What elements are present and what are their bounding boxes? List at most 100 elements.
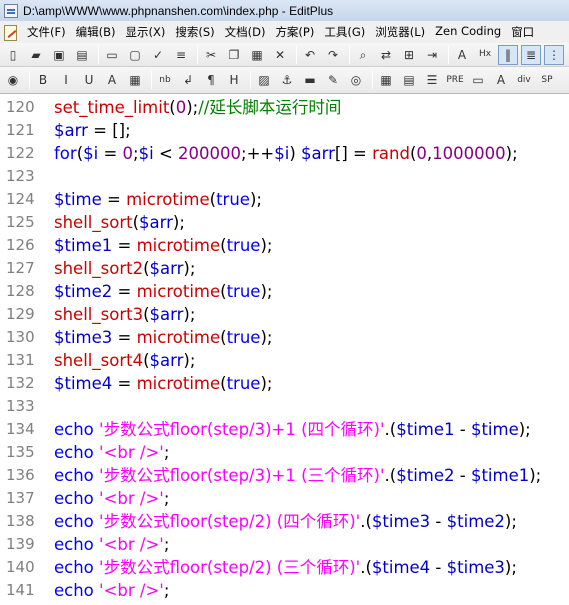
- color-palette-button[interactable]: ▦: [125, 70, 145, 90]
- link-button[interactable]: ▬: [300, 70, 320, 90]
- redo-button[interactable]: ↷: [323, 45, 343, 65]
- cut-button[interactable]: ✂: [201, 45, 221, 65]
- code-token: );: [260, 282, 273, 301]
- code-line[interactable]: 126 $time1 = microtime(true);: [0, 234, 569, 257]
- target-button[interactable]: ◎: [346, 70, 366, 90]
- undo-button[interactable]: ↶: [300, 45, 320, 65]
- list-button[interactable]: ☰: [422, 70, 442, 90]
- comment-button[interactable]: A: [491, 70, 511, 90]
- menu-item-9[interactable]: 窗口: [505, 24, 538, 40]
- print-button[interactable]: ▭: [102, 45, 122, 65]
- menu-item-0[interactable]: 文件(F): [21, 24, 70, 40]
- edit-button[interactable]: ✎: [323, 70, 343, 90]
- copy-button[interactable]: ❐: [224, 45, 244, 65]
- code-line[interactable]: 127 shell_sort2($arr);: [0, 257, 569, 280]
- code-token: );: [260, 328, 273, 347]
- image-button[interactable]: ▨: [254, 70, 274, 90]
- indent-button[interactable]: ⇥: [422, 45, 442, 65]
- browser-button[interactable]: ◉: [3, 70, 23, 90]
- code-line[interactable]: 130 $time3 = microtime(true);: [0, 326, 569, 349]
- code-token: 0: [122, 144, 134, 163]
- delete-button[interactable]: ✕: [270, 45, 290, 65]
- paste-button[interactable]: ▦: [247, 45, 267, 65]
- code-line[interactable]: 124 $time = microtime(true);: [0, 188, 569, 211]
- table-button[interactable]: ▦: [376, 70, 396, 90]
- print-preview-icon: ▢: [129, 47, 141, 62]
- save-all-button[interactable]: ▤: [72, 45, 92, 65]
- code-line[interactable]: 139 echo '<br />';: [0, 533, 569, 556]
- code-line[interactable]: 137 echo '<br />';: [0, 487, 569, 510]
- bold-button[interactable]: B: [33, 70, 53, 90]
- anchor-button[interactable]: ⚓: [277, 70, 297, 90]
- save-button[interactable]: ▣: [49, 45, 69, 65]
- code-token: $time: [470, 420, 519, 439]
- menu-item-6[interactable]: 工具(G): [318, 24, 369, 40]
- new-file-button[interactable]: ▯: [3, 45, 23, 65]
- code-line[interactable]: 136 echo '步数公式floor(step/3)+1 (三个循环)'.($t…: [0, 464, 569, 487]
- nbsp-button[interactable]: nb: [155, 70, 175, 90]
- code-line[interactable]: 128 $time2 = microtime(true);: [0, 280, 569, 303]
- form-button[interactable]: ▤: [399, 70, 419, 90]
- menu-item-8[interactable]: Zen Coding: [429, 24, 505, 40]
- code-token: =: [98, 144, 123, 163]
- code-line[interactable]: 123: [0, 165, 569, 188]
- ruler-button[interactable]: ≣: [521, 44, 541, 65]
- code-line[interactable]: 133: [0, 395, 569, 418]
- code-line[interactable]: 134 echo '步数公式floor(step/3)+1 (四个循环)'.($t…: [0, 418, 569, 441]
- find-button[interactable]: ⌕: [353, 45, 373, 65]
- code-line[interactable]: 138 echo '步数公式floor(step/2) (四个循环)'.($tim…: [0, 510, 569, 533]
- code-line[interactable]: 141 echo '<br />';: [0, 579, 569, 602]
- spell-check-button[interactable]: ✓: [148, 45, 168, 65]
- menu-item-1[interactable]: 编辑(B): [70, 24, 120, 40]
- code-token: shell_sort3: [54, 305, 144, 324]
- font-button[interactable]: A: [452, 45, 472, 65]
- code-line[interactable]: 131 shell_sort4($arr);: [0, 349, 569, 372]
- menu-item-3[interactable]: 搜索(S): [169, 24, 218, 40]
- menu-item-4[interactable]: 文档(D): [219, 24, 270, 40]
- code-token: =: [112, 374, 137, 393]
- code-line[interactable]: 120 set_time_limit(0);//延长脚本运行时间: [0, 96, 569, 119]
- heading-button[interactable]: H: [224, 70, 244, 90]
- line-number: 125: [6, 213, 35, 231]
- comment-icon: A: [496, 73, 506, 87]
- find-in-files-button[interactable]: ⊞: [399, 45, 419, 65]
- code-line[interactable]: 121 $arr = [];: [0, 119, 569, 142]
- code-token: set_time_limit: [54, 98, 170, 117]
- properties-button[interactable]: ≡: [171, 45, 191, 65]
- word-wrap-button[interactable]: ‖: [498, 44, 518, 65]
- toolbar-separator: [151, 71, 152, 89]
- print-preview-button[interactable]: ▢: [125, 45, 145, 65]
- hr-button[interactable]: ▭: [468, 70, 488, 90]
- code-text: echo '<br />';: [54, 487, 169, 510]
- delete-icon: ✕: [274, 47, 286, 62]
- font-color-button[interactable]: A: [102, 70, 122, 90]
- menu-item-2[interactable]: 显示(X): [119, 24, 169, 40]
- line-break-button[interactable]: ↲: [178, 70, 198, 90]
- code-line[interactable]: 125 shell_sort($arr);: [0, 211, 569, 234]
- line-number-button[interactable]: ⋮: [544, 44, 564, 65]
- code-token: ;++: [241, 144, 275, 163]
- code-line[interactable]: 135 echo '<br />';: [0, 441, 569, 464]
- code-token: );: [260, 236, 273, 255]
- replace-button[interactable]: ⇄: [376, 45, 396, 65]
- hex-button[interactable]: Hx: [475, 45, 495, 65]
- span-icon: SP: [541, 74, 553, 85]
- code-line[interactable]: 122 for($i = 0;$i < 200000;++$i) $arr[] =…: [0, 142, 569, 165]
- toolbar-separator: [448, 45, 449, 64]
- menu-item-5[interactable]: 方案(P): [269, 24, 318, 40]
- code-editor[interactable]: 120 set_time_limit(0);//延长脚本运行时间 121 $arr =…: [0, 95, 569, 605]
- span-button[interactable]: SP: [537, 70, 557, 90]
- code-line[interactable]: 140 echo '步数公式floor(step/2) (三个循环)'.($tim…: [0, 556, 569, 579]
- document-menu-icon[interactable]: [3, 24, 17, 41]
- pre-button[interactable]: PRE: [445, 70, 465, 90]
- open-folder-button[interactable]: ▰: [26, 45, 46, 65]
- code-line[interactable]: 129 shell_sort3($arr);: [0, 303, 569, 326]
- paragraph-button[interactable]: ¶: [201, 70, 221, 90]
- menu-item-7[interactable]: 浏览器(L): [369, 24, 429, 40]
- underline-button[interactable]: U: [79, 70, 99, 90]
- code-line[interactable]: 132 $time4 = microtime(true);: [0, 372, 569, 395]
- italic-button[interactable]: I: [56, 70, 76, 90]
- div-button[interactable]: div: [514, 70, 534, 90]
- code-token: );: [183, 351, 196, 370]
- line-break-icon: ↲: [182, 73, 194, 87]
